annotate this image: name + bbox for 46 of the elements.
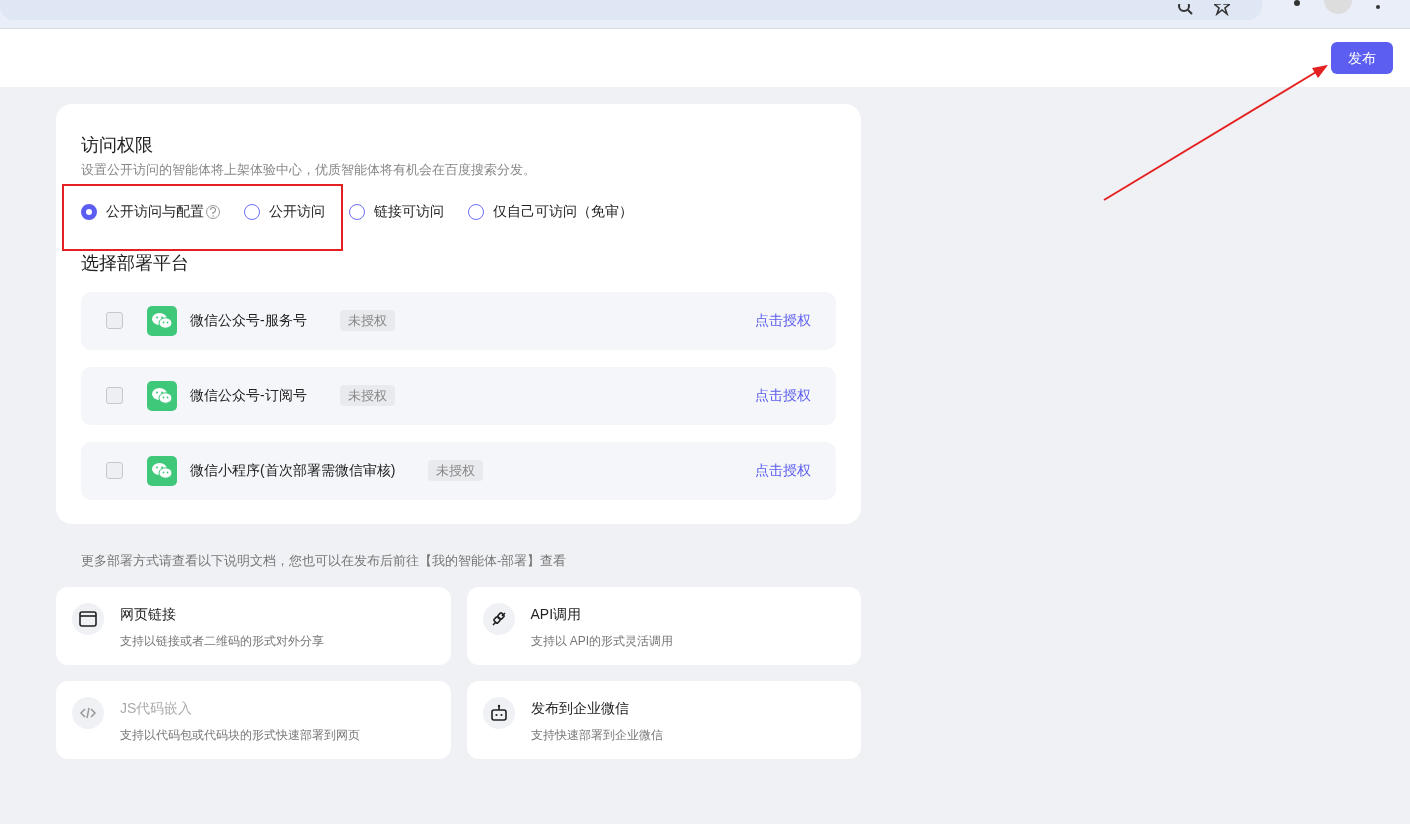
platform-name: 微信公众号-服务号 bbox=[190, 311, 307, 330]
platform-name: 微信公众号-订阅号 bbox=[190, 386, 307, 405]
card-title: API调用 bbox=[530, 604, 583, 624]
chat-bubbles-icon bbox=[147, 380, 177, 411]
status-tag: 未授权 bbox=[339, 384, 395, 407]
chat-bubbles-icon bbox=[147, 455, 177, 486]
authorize-link[interactable]: 点击授权 bbox=[755, 385, 811, 406]
status-tag: 未授权 bbox=[339, 309, 395, 332]
deploy-card[interactable]: 网页链接 支持以链接或者二维码的形式对外分享 bbox=[56, 586, 451, 665]
card-description: 支持以 API的形式灵活调用 bbox=[530, 632, 674, 650]
publish-button[interactable]: 发布 bbox=[1331, 42, 1393, 74]
search-icon[interactable] bbox=[1178, 4, 1194, 16]
deploy-card[interactable]: API调用 支持以 API的形式灵活调用 bbox=[466, 586, 861, 665]
authorize-link[interactable]: 点击授权 bbox=[755, 460, 811, 481]
authorize-link[interactable]: 点击授权 bbox=[755, 310, 811, 331]
chat-bubbles-icon bbox=[147, 305, 177, 336]
browser-window-icon bbox=[72, 602, 104, 635]
code-icon bbox=[72, 696, 104, 729]
radio-button[interactable] bbox=[81, 203, 97, 220]
radio-button[interactable] bbox=[244, 203, 260, 220]
card-description: 支持以代码包或代码块的形式快速部署到网页 bbox=[120, 726, 360, 744]
checkbox[interactable] bbox=[106, 312, 123, 329]
radio-option[interactable]: 公开访问与配置 bbox=[81, 201, 220, 222]
radio-button[interactable] bbox=[468, 203, 484, 220]
radio-option[interactable]: 公开访问 bbox=[244, 201, 325, 222]
section-title: 访问权限 bbox=[81, 134, 154, 157]
star-icon[interactable] bbox=[1214, 4, 1230, 16]
card-title: 发布到企业微信 bbox=[530, 698, 630, 718]
note-text: 更多部署方式请查看以下说明文档，您也可以在发布后前往【我的智能体-部署】查看 bbox=[80, 551, 568, 570]
platform-name: 微信小程序(首次部署需微信审核) bbox=[190, 461, 396, 480]
dot-icon[interactable] bbox=[1294, 0, 1300, 6]
card-title: 网页链接 bbox=[120, 604, 177, 624]
radio-button[interactable] bbox=[349, 203, 365, 220]
checkbox[interactable] bbox=[106, 387, 123, 404]
status-tag: 未授权 bbox=[428, 459, 484, 482]
robot-icon bbox=[482, 696, 515, 729]
plug-icon bbox=[482, 602, 515, 635]
card-title: JS代码嵌入 bbox=[120, 698, 194, 718]
card-description: 支持快速部署到企业微信 bbox=[530, 726, 663, 744]
deploy-card[interactable]: 发布到企业微信 支持快速部署到企业微信 bbox=[466, 680, 861, 759]
checkbox[interactable] bbox=[106, 462, 123, 479]
radio-option[interactable]: 仅自己可访问（免审） bbox=[468, 201, 633, 222]
section-description: 设置公开访问的智能体将上架体验中心，优质智能体将有机会在百度搜索分发。 bbox=[81, 161, 537, 179]
card-description: 支持以链接或者二维码的形式对外分享 bbox=[120, 632, 324, 650]
radio-option[interactable]: 链接可访问 bbox=[349, 201, 444, 222]
section-title: 选择部署平台 bbox=[81, 251, 190, 275]
